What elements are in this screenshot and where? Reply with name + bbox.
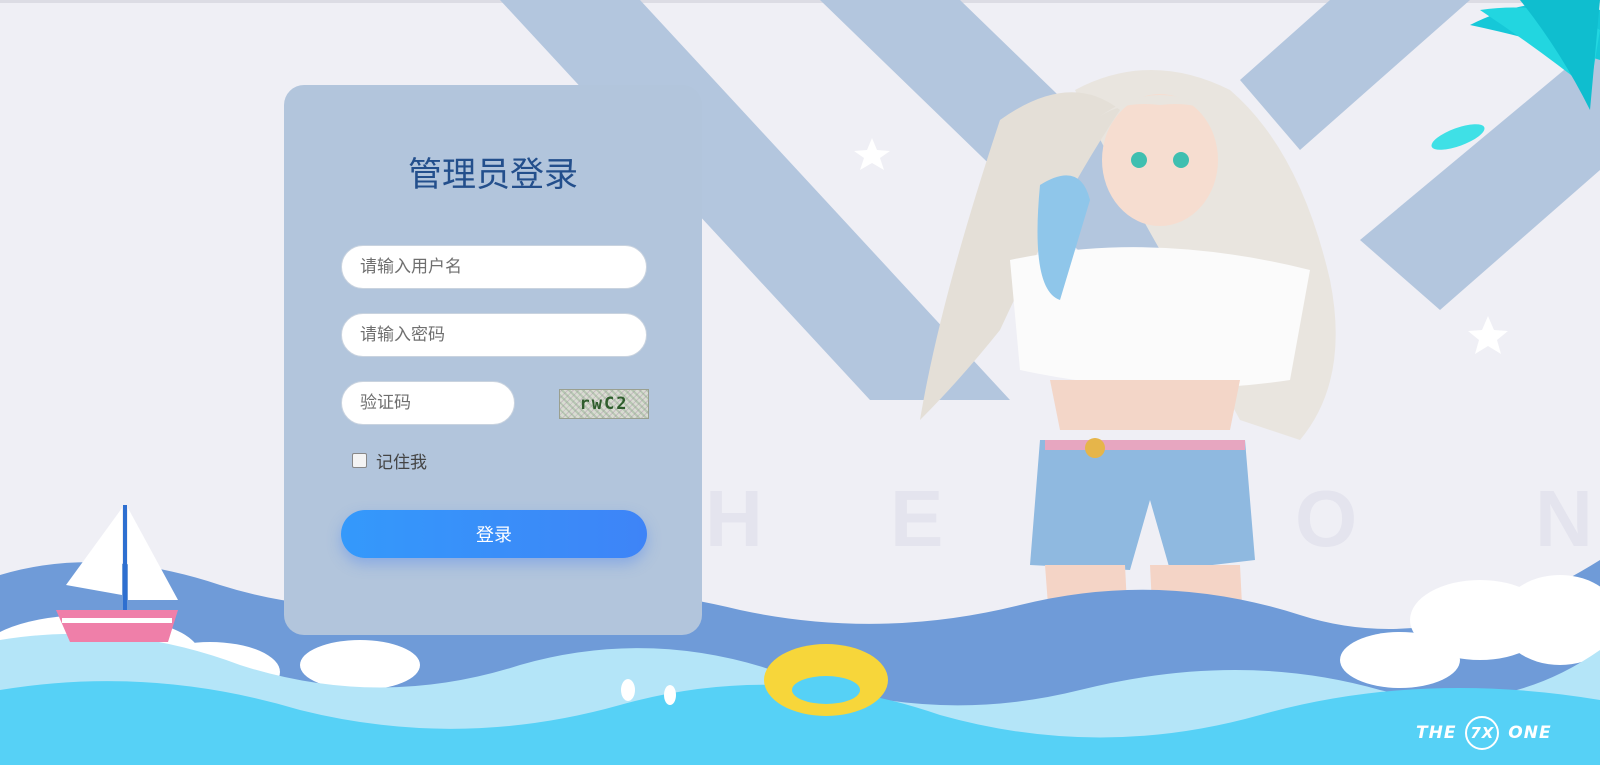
watermark-letter: O	[1295, 474, 1357, 563]
login-title: 管理员登录	[408, 155, 578, 195]
watermark-letter: N	[1535, 474, 1593, 563]
watermark-letter: E	[890, 474, 943, 563]
watermark-letter: H	[705, 474, 763, 563]
captcha-text: rwC2	[579, 394, 629, 414]
star	[854, 138, 890, 170]
swim-ring	[764, 644, 888, 716]
background-illustration: H E O N	[0, 0, 1600, 765]
droplet	[621, 679, 635, 701]
remember-me-label: 记住我	[376, 453, 427, 473]
brand-logo-mark: 7X	[1465, 716, 1500, 750]
username-input[interactable]	[341, 245, 647, 289]
captcha-input[interactable]	[341, 381, 515, 425]
brand-logo-right: ONE	[1508, 723, 1552, 743]
star	[1468, 316, 1508, 354]
captcha-image[interactable]: rwC2	[559, 389, 649, 419]
brand-logo: THE 7X ONE	[1416, 716, 1552, 750]
brand-logo-left: THE	[1416, 723, 1457, 743]
login-button[interactable]: 登录	[341, 510, 647, 558]
password-input[interactable]	[341, 313, 647, 357]
stripe-4	[1360, 40, 1600, 310]
remember-me-checkbox[interactable]	[352, 453, 367, 468]
stripe-3	[1240, 0, 1470, 150]
login-card: 管理员登录 rwC2 记住我 登录	[284, 85, 702, 635]
droplet	[664, 685, 676, 705]
remember-me-row: 记住我	[352, 448, 427, 473]
